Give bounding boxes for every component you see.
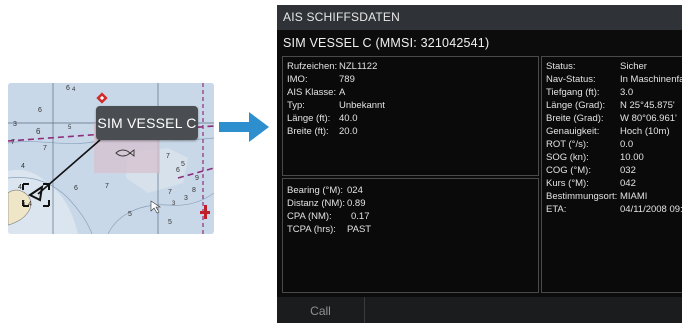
info-value: 0.0 [620, 139, 634, 150]
info-value: 10.00 [620, 152, 644, 163]
depth-sounding: 4 [72, 87, 76, 93]
info-value: N 25°45.875' [620, 100, 675, 111]
dialog-title: AIS SCHIFFSDATEN [277, 5, 682, 30]
depth-sounding: 6 [36, 127, 41, 136]
arrow-right-icon [219, 112, 269, 142]
depth-sounding: 3 [13, 121, 17, 128]
depth-sounding: 6 [66, 85, 70, 92]
vessel-navigation-section: Bearing (°M): 024 Distanz (NM): 0.89 CPA… [282, 178, 539, 293]
info-value: MIAMI [620, 191, 648, 202]
info-value: 3.0 [620, 87, 634, 98]
info-value: 0.89 [347, 198, 366, 209]
info-label: IMO: [287, 74, 308, 85]
depth-sounding: 7 [166, 153, 170, 160]
info-label: Bestimmungsort: [546, 191, 618, 202]
depth-sounding: 3 [184, 195, 188, 202]
info-value: W 80°06.961' [620, 113, 677, 124]
depth-sounding: 5 [168, 219, 172, 226]
depth-sounding: 4 [28, 201, 32, 208]
info-label: Breite (ft): [287, 126, 329, 137]
info-value: 0.17 [351, 211, 370, 222]
info-label: ROT (°/s): [546, 139, 589, 150]
info-label: Rufzeichen: [287, 61, 338, 72]
info-label: Länge (ft): [287, 113, 331, 124]
info-value: 024 [347, 185, 363, 196]
info-label: Status: [546, 61, 576, 72]
info-value: 032 [620, 165, 636, 176]
info-label: TCPA (hrs): [287, 224, 336, 235]
chart-thumbnail: 6 4 6 3 6 5 7 7 7 5 4 6 4 5 4 9 8 3 6 3 … [8, 83, 214, 234]
info-label: COG (°M): [546, 165, 591, 176]
info-value: Sicher [620, 61, 647, 72]
vessel-identity-section: Rufzeichen: NZL1122 IMO: 789 AIS Klasse:… [282, 56, 539, 176]
info-label: Länge (Grad): [546, 100, 606, 111]
depth-sounding: 6 [176, 167, 180, 174]
info-value: 042 [620, 178, 636, 189]
depth-sounding: 5 [128, 211, 132, 218]
ais-vessel-data-dialog: AIS SCHIFFSDATEN SIM VESSEL C (MMSI: 321… [277, 5, 682, 323]
depth-sounding: 7 [105, 183, 109, 190]
depth-sounding: 7 [43, 145, 47, 152]
info-value: 04/11/2008 09:30 [620, 204, 682, 215]
info-label: Kurs (°M): [546, 178, 589, 189]
depth-sounding: 4 [21, 163, 25, 170]
info-label: Tiefgang (ft): [546, 87, 600, 98]
depth-sounding: 3 [172, 201, 176, 207]
depth-sounding: 5 [22, 201, 26, 207]
info-label: Typ: [287, 100, 305, 111]
depth-sounding: 5 [181, 161, 185, 168]
info-label: SOG (kn): [546, 152, 589, 163]
info-label: AIS Klasse: [287, 87, 337, 98]
depth-sounding: 9 [195, 175, 199, 182]
depth-sounding: 4 [18, 184, 22, 191]
dialog-footer: Call [277, 297, 682, 323]
depth-sounding: 8 [192, 187, 196, 194]
vessel-status-section: Status: Sicher Nav-Status: In Maschinenf… [541, 56, 682, 293]
info-value: A [339, 87, 346, 98]
info-label: Nav-Status: [546, 74, 596, 85]
info-value: 789 [339, 74, 355, 85]
info-label: Genauigkeit: [546, 126, 600, 137]
depth-sounding: 7 [168, 189, 172, 196]
info-label: Breite (Grad): [546, 113, 604, 124]
info-label: Distanz (NM): [287, 198, 346, 209]
depth-sounding: 6 [38, 107, 42, 114]
info-value: NZL1122 [339, 61, 378, 72]
info-value: 20.0 [339, 126, 358, 137]
info-value: PAST [347, 224, 372, 235]
info-value: 40.0 [339, 113, 358, 124]
info-value: In Maschinenfahrt [620, 74, 682, 85]
vessel-name-popup[interactable]: SIM VESSEL C [96, 106, 198, 140]
info-label: Bearing (°M): [287, 185, 344, 196]
info-label: ETA: [546, 204, 567, 215]
call-button[interactable]: Call [277, 297, 365, 323]
info-value: Unbekannt [339, 100, 385, 111]
info-label: CPA (NM): [287, 211, 332, 222]
depth-sounding: 6 [74, 185, 78, 192]
info-value: Hoch (10m) [620, 126, 670, 137]
vessel-title: SIM VESSEL C (MMSI: 321042541) [283, 36, 490, 50]
depth-sounding: 7 [11, 139, 15, 146]
depth-sounding: 5 [68, 125, 72, 131]
